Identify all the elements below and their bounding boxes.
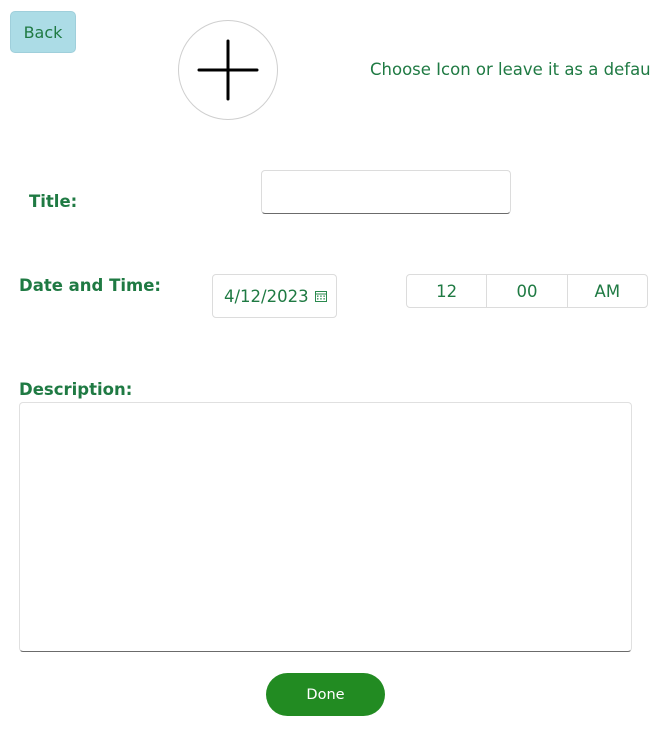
- calendar-icon[interactable]: [315, 290, 327, 302]
- done-button[interactable]: Done: [266, 673, 385, 716]
- time-period[interactable]: AM: [568, 275, 647, 307]
- icon-hint-text: Choose Icon or leave it as a default: [370, 60, 652, 79]
- choose-icon-button[interactable]: [178, 20, 278, 120]
- plus-icon: [197, 39, 259, 101]
- date-value: 4/12/2023: [224, 286, 309, 306]
- title-input[interactable]: [261, 170, 511, 214]
- time-hour[interactable]: 12: [407, 275, 488, 307]
- date-picker[interactable]: 4/12/2023: [212, 274, 337, 318]
- time-picker[interactable]: 12 00 AM: [406, 274, 648, 308]
- description-textarea[interactable]: [19, 402, 632, 652]
- back-button[interactable]: Back: [10, 11, 76, 53]
- description-label: Description:: [19, 380, 133, 399]
- time-minute[interactable]: 00: [487, 275, 568, 307]
- title-label: Title:: [29, 192, 78, 211]
- date-time-label: Date and Time:: [19, 276, 161, 295]
